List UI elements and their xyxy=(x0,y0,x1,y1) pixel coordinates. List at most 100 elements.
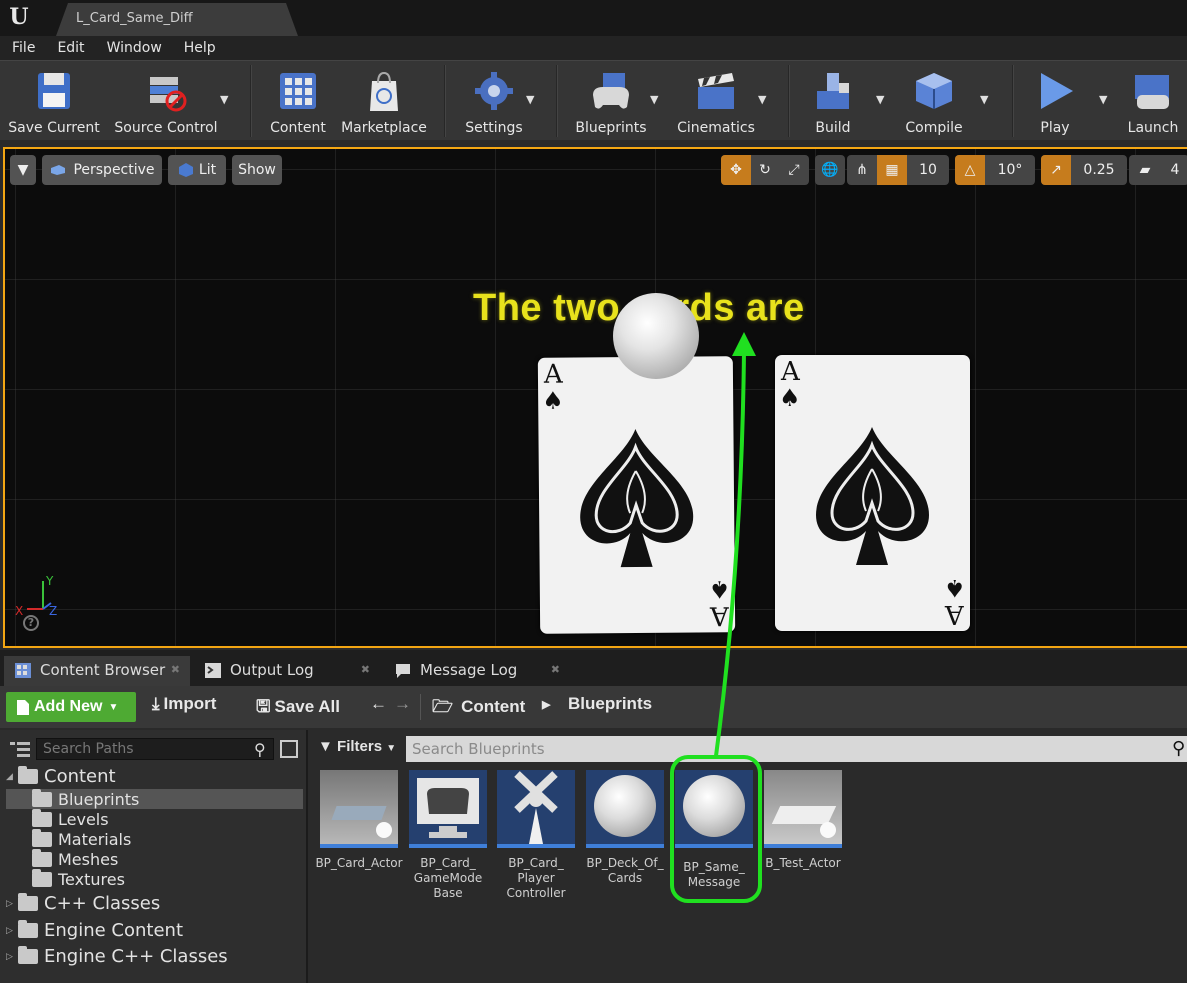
tree-item-label: Meshes xyxy=(58,850,119,869)
save-current-button[interactable]: Save Current xyxy=(4,65,104,137)
tree-item-textures[interactable]: Textures xyxy=(32,869,125,889)
compile-dropdown-icon[interactable]: ▼ xyxy=(980,93,988,106)
build-dropdown-icon[interactable]: ▼ xyxy=(876,93,884,106)
tree-item-meshes[interactable]: Meshes xyxy=(32,849,119,869)
lit-button[interactable]: Lit xyxy=(168,155,226,185)
spade-icon xyxy=(580,429,694,568)
grid-snap-value[interactable]: 10 xyxy=(907,155,949,185)
translate-tool-icon[interactable]: ✥ xyxy=(721,155,751,185)
cinematics-dropdown-icon[interactable]: ▼ xyxy=(758,93,766,106)
help-icon[interactable]: ? xyxy=(23,615,39,631)
right-card[interactable]: A ♠ A ♠ xyxy=(775,355,970,631)
play-dropdown-icon[interactable]: ▼ xyxy=(1099,93,1107,106)
message-actor-sphere[interactable] xyxy=(613,293,699,379)
blueprints-dropdown-icon[interactable]: ▼ xyxy=(650,93,658,106)
world-local-toggle[interactable]: 🌐 xyxy=(815,155,845,185)
grid-snap-icon[interactable]: ▦ xyxy=(877,155,907,185)
left-card-suit-bottom: ♠ xyxy=(709,575,731,604)
new-file-icon xyxy=(17,699,29,715)
tab-message-log-label: Message Log xyxy=(420,661,518,679)
globe-icon: 🌐 xyxy=(821,162,839,178)
tree-item-engine-content[interactable]: ▷ Engine Content xyxy=(6,920,183,941)
rotation-snap-icon[interactable]: △ xyxy=(955,155,985,185)
rotation-snap-group: △ 10° xyxy=(955,155,1035,185)
tree-item-content[interactable]: ◢ Content xyxy=(6,766,116,787)
play-button[interactable]: Play xyxy=(1022,65,1088,137)
launch-console-icon xyxy=(1135,75,1169,109)
source-control-dropdown-icon[interactable]: ▼ xyxy=(220,93,228,106)
unreal-logo-icon[interactable]: U xyxy=(6,4,32,30)
level-viewport[interactable]: ▼ Perspective Lit Show ✥ ↻ ⤢ 🌐 ⋔ ▦ 10 △ … xyxy=(3,147,1187,648)
marketplace-button[interactable]: Marketplace xyxy=(338,65,430,137)
search-icon[interactable]: ⚲ xyxy=(1172,738,1185,759)
asset-tile-bp-deck-of-cards[interactable] xyxy=(586,770,664,848)
left-card[interactable]: A ♠ A ♠ xyxy=(537,356,736,634)
close-icon[interactable]: ✖ xyxy=(171,656,180,684)
close-icon[interactable]: ✖ xyxy=(361,656,370,684)
scale-snap-value[interactable]: 0.25 xyxy=(1071,155,1127,185)
tree-item-blueprints[interactable]: Blueprints xyxy=(32,789,139,809)
perspective-label: Perspective xyxy=(73,162,155,178)
settings-button[interactable]: Settings xyxy=(456,65,532,137)
content-label: Content xyxy=(270,120,326,136)
tab-output-log[interactable]: Output Log ✖ xyxy=(194,656,380,686)
add-new-button[interactable]: Add New ▼ xyxy=(6,692,136,722)
rotate-tool-icon[interactable]: ↻ xyxy=(751,155,779,185)
tree-item-label: Textures xyxy=(58,870,125,889)
asset-tile-b-test-actor[interactable] xyxy=(764,770,842,848)
chevron-down-icon: ▼ xyxy=(386,743,397,754)
menu-help[interactable]: Help xyxy=(184,40,216,56)
search-blueprints-input[interactable]: Search Blueprints xyxy=(406,736,1187,762)
filters-button[interactable]: ▼ Filters ▼ xyxy=(318,738,396,755)
asset-tile-bp-card-gamemode-base[interactable] xyxy=(409,770,487,848)
document-tab[interactable]: L_Card_Same_Diff xyxy=(56,3,298,36)
sources-toggle-icon[interactable] xyxy=(10,740,30,758)
breadcrumb-blueprints[interactable]: Blueprints xyxy=(568,694,652,714)
search-paths-input[interactable]: Search Paths xyxy=(36,738,274,760)
close-icon[interactable]: ✖ xyxy=(551,656,560,684)
breadcrumb-arrow-icon[interactable]: ▶ xyxy=(542,698,550,711)
asset-tile-bp-card-player-controller[interactable] xyxy=(497,770,575,848)
menu-edit[interactable]: Edit xyxy=(57,40,84,56)
source-control-button[interactable]: Source Control xyxy=(110,65,222,137)
menu-window[interactable]: Window xyxy=(107,40,162,56)
scale-snap-icon[interactable]: ↗ xyxy=(1041,155,1071,185)
view-options-icon[interactable] xyxy=(280,740,298,758)
scale-tool-icon[interactable]: ⤢ xyxy=(779,155,809,185)
tree-item-engine-cpp-classes[interactable]: ▷ Engine C++ Classes xyxy=(6,946,228,967)
build-button[interactable]: Build xyxy=(800,65,866,137)
tree-item-levels[interactable]: Levels xyxy=(32,809,109,829)
asset-tile-bp-card-actor[interactable] xyxy=(320,770,398,848)
search-icon[interactable]: ⚲ xyxy=(254,740,266,759)
camera-speed-group[interactable]: ▰ 4 xyxy=(1129,155,1187,185)
content-button[interactable]: Content xyxy=(262,65,334,137)
show-label: Show xyxy=(238,162,276,178)
perspective-button[interactable]: Perspective xyxy=(42,155,162,185)
breadcrumb-content[interactable]: 🗁 Content xyxy=(432,694,525,723)
compile-button[interactable]: Compile xyxy=(896,65,972,137)
collapsed-arrow-icon: ▷ xyxy=(6,898,13,909)
blueprints-button[interactable]: Blueprints xyxy=(568,65,654,137)
save-all-label: Save All xyxy=(274,697,341,716)
show-button[interactable]: Show xyxy=(232,155,282,185)
surface-snap-icon[interactable]: ⋔ xyxy=(847,155,877,185)
cinematics-button[interactable]: Cinematics xyxy=(672,65,760,137)
settings-dropdown-icon[interactable]: ▼ xyxy=(526,93,534,106)
import-icon: ⤓ xyxy=(152,694,160,713)
lit-label: Lit xyxy=(198,162,217,178)
tree-item-materials[interactable]: Materials xyxy=(32,829,131,849)
viewport-options-button[interactable]: ▼ xyxy=(10,155,36,185)
lit-sphere-icon xyxy=(178,163,193,177)
menu-file[interactable]: File xyxy=(12,40,35,56)
rotation-snap-value[interactable]: 10° xyxy=(985,155,1035,185)
grid-snap-group: ⋔ ▦ 10 xyxy=(847,155,949,185)
history-back-icon[interactable]: ← xyxy=(370,694,387,714)
launch-button[interactable]: Launch xyxy=(1120,65,1186,137)
tree-item-cpp-classes[interactable]: ▷ C++ Classes xyxy=(6,893,160,914)
history-forward-icon[interactable]: → xyxy=(394,694,411,714)
save-all-button[interactable]: 🖫 Save All xyxy=(256,694,340,723)
import-button[interactable]: ⤓ Import xyxy=(152,694,216,714)
tab-content-browser[interactable]: Content Browser ✖ xyxy=(4,656,190,686)
folder-icon xyxy=(32,809,52,827)
tab-message-log[interactable]: Message Log ✖ xyxy=(384,656,570,686)
